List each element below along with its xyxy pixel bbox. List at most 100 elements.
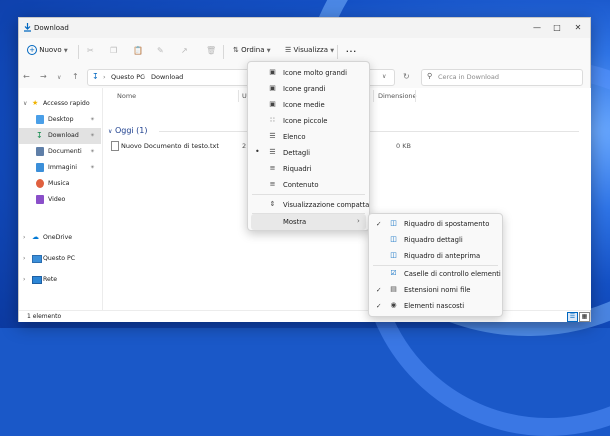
search-input[interactable]: ⚲ Cerca in Download (421, 69, 583, 86)
preview-pane-icon: ◫ (390, 251, 397, 259)
details-icon: ☰ (269, 148, 276, 156)
up-arrow-icon[interactable]: ↑ (72, 72, 79, 81)
copy-icon[interactable]: ❐ (110, 46, 117, 55)
list-icon: ☰ (269, 132, 276, 140)
monitor-icon: ▣ (269, 84, 276, 92)
computer-icon (32, 255, 42, 263)
collapse-chevron-icon: ∨ (108, 128, 113, 135)
column-header-size[interactable]: Dimensione (378, 92, 417, 100)
menu-item-navigation-pane[interactable]: ✓ ◫ Riquadro di spostamento (369, 216, 502, 232)
small-icons-icon: ∷ (270, 116, 275, 124)
rename-icon[interactable]: ✎ (157, 46, 164, 55)
column-divider[interactable] (238, 90, 239, 102)
breadcrumb-download[interactable]: Download (151, 73, 183, 81)
search-placeholder: Cerca in Download (438, 73, 499, 81)
menu-item-hidden-items[interactable]: ✓ ◉ Elementi nascosti (369, 298, 502, 314)
refresh-icon[interactable]: ↻ (403, 72, 410, 81)
paste-icon[interactable]: 📋 (133, 46, 143, 55)
menu-item-large-icons[interactable]: ▣ Icone grandi (248, 81, 369, 97)
forward-arrow-icon[interactable]: → (40, 72, 47, 81)
documents-folder-icon (36, 147, 44, 156)
menu-item-content[interactable]: ≡ Contenuto (248, 177, 369, 193)
download-folder-icon (24, 23, 31, 32)
maximize-button[interactable]: □ (547, 21, 567, 34)
expand-chevron-icon[interactable]: ∨ (23, 100, 27, 107)
tiles-icon: ≡ (269, 164, 276, 172)
sidebar-item-network[interactable]: › Rete (19, 272, 101, 288)
sidebar-item-documents[interactable]: Documenti ✴ (19, 144, 101, 160)
sidebar-item-video[interactable]: Video (19, 192, 101, 208)
expand-chevron-icon[interactable]: › (23, 234, 25, 241)
breadcrumb-this-pc[interactable]: Questo PC (111, 73, 145, 81)
navigation-pane: ∨ ★ Accesso rapido Desktop ✴ ↧ Download … (19, 88, 101, 310)
download-folder-icon: ↧ (92, 72, 99, 81)
expand-chevron-icon[interactable]: › (23, 276, 25, 283)
column-divider[interactable] (373, 90, 374, 102)
menu-item-details-pane[interactable]: ◫ Riquadro dettagli (369, 232, 502, 248)
menu-divider (252, 194, 365, 195)
expand-chevron-icon[interactable]: › (23, 255, 25, 262)
toolbar-divider (337, 45, 338, 59)
menu-item-details[interactable]: • ☰ Dettagli (248, 145, 369, 161)
new-button[interactable]: + Nuovo ▼ (27, 45, 68, 55)
navigation-pane-icon: ◫ (390, 219, 397, 227)
check-icon: ✓ (376, 302, 382, 310)
back-arrow-icon[interactable]: ← (23, 72, 30, 81)
sidebar-item-music[interactable]: Musica (19, 176, 101, 192)
sidebar-item-this-pc[interactable]: › Questo PC (19, 251, 101, 267)
menu-item-medium-icons[interactable]: ▣ Icone medie (248, 97, 369, 113)
group-header-today[interactable]: ∨ Oggi (1) (108, 126, 148, 135)
menu-item-file-extensions[interactable]: ✓ ▤ Estensioni nomi file (369, 282, 502, 298)
details-view-icon[interactable]: ☰ (567, 312, 578, 322)
menu-item-extra-large-icons[interactable]: ▣ Icone molto grandi (248, 65, 369, 81)
desktop-folder-icon (36, 115, 44, 124)
check-icon: ✓ (376, 286, 382, 294)
sidebar-item-download[interactable]: ↧ Download ✴ (19, 128, 101, 144)
sidebar-item-desktop[interactable]: Desktop ✴ (19, 112, 101, 128)
chevron-right-icon: › (357, 217, 360, 225)
minimize-button[interactable]: — (527, 21, 547, 34)
more-options-button[interactable]: ... (346, 46, 357, 54)
column-divider[interactable] (415, 90, 416, 102)
monitor-icon: ▣ (269, 68, 276, 76)
menu-item-small-icons[interactable]: ∷ Icone piccole (248, 113, 369, 129)
cloud-icon: ☁ (32, 233, 39, 241)
pictures-folder-icon (36, 163, 44, 172)
chevron-down-icon: ▼ (266, 48, 271, 54)
sort-button[interactable]: ⇅ Ordina ▼ (233, 46, 271, 54)
view-menu: ▣ Icone molto grandi ▣ Icone grandi ▣ Ic… (247, 61, 370, 231)
pin-icon: ✴ (90, 164, 96, 171)
view-icon: ☰ (285, 46, 292, 54)
eye-icon: ◉ (390, 301, 397, 309)
item-count: 1 elemento (27, 313, 62, 320)
network-icon (32, 276, 42, 284)
share-icon[interactable]: ↗ (181, 46, 188, 55)
toolbar-divider (78, 45, 79, 59)
view-button[interactable]: ☰ Visualizza ▼ (285, 46, 334, 54)
sidebar-item-quick-access[interactable]: ∨ ★ Accesso rapido (19, 96, 101, 112)
address-dropdown-icon[interactable]: ∨ (382, 73, 386, 80)
window-title: Download (34, 24, 69, 32)
menu-item-list[interactable]: ☰ Elenco (248, 129, 369, 145)
toolbar-divider (223, 45, 224, 59)
chevron-down-icon: ▼ (330, 48, 335, 54)
menu-item-show[interactable]: Mostra › (251, 214, 366, 230)
recent-chevron-icon[interactable]: ∨ (57, 74, 61, 81)
menu-item-item-checkboxes[interactable]: ☑ Caselle di controllo elementi (369, 266, 502, 282)
menu-item-preview-pane[interactable]: ◫ Riquadro di anteprima (369, 248, 502, 264)
text-file-icon (111, 141, 119, 151)
checkbox-icon: ☑ (390, 269, 397, 277)
close-button[interactable]: ✕ (568, 21, 588, 34)
menu-item-tiles[interactable]: ≡ Riquadri (248, 161, 369, 177)
menu-item-compact-view[interactable]: ⇕ Visualizzazione compatta (248, 197, 370, 213)
check-icon: ✓ (376, 220, 382, 228)
large-icons-view-icon[interactable]: ▦ (579, 312, 590, 322)
plus-icon: + (27, 45, 37, 55)
delete-icon[interactable]: 🗑 (206, 46, 216, 55)
file-extension-icon: ▤ (390, 285, 397, 293)
sidebar-item-pictures[interactable]: Immagini ✴ (19, 160, 101, 176)
chevron-down-icon: ▼ (63, 48, 68, 54)
cut-icon[interactable]: ✂ (87, 46, 94, 55)
column-header-name[interactable]: Nome (117, 92, 136, 100)
sidebar-item-onedrive[interactable]: › ☁ OneDrive (19, 230, 101, 246)
